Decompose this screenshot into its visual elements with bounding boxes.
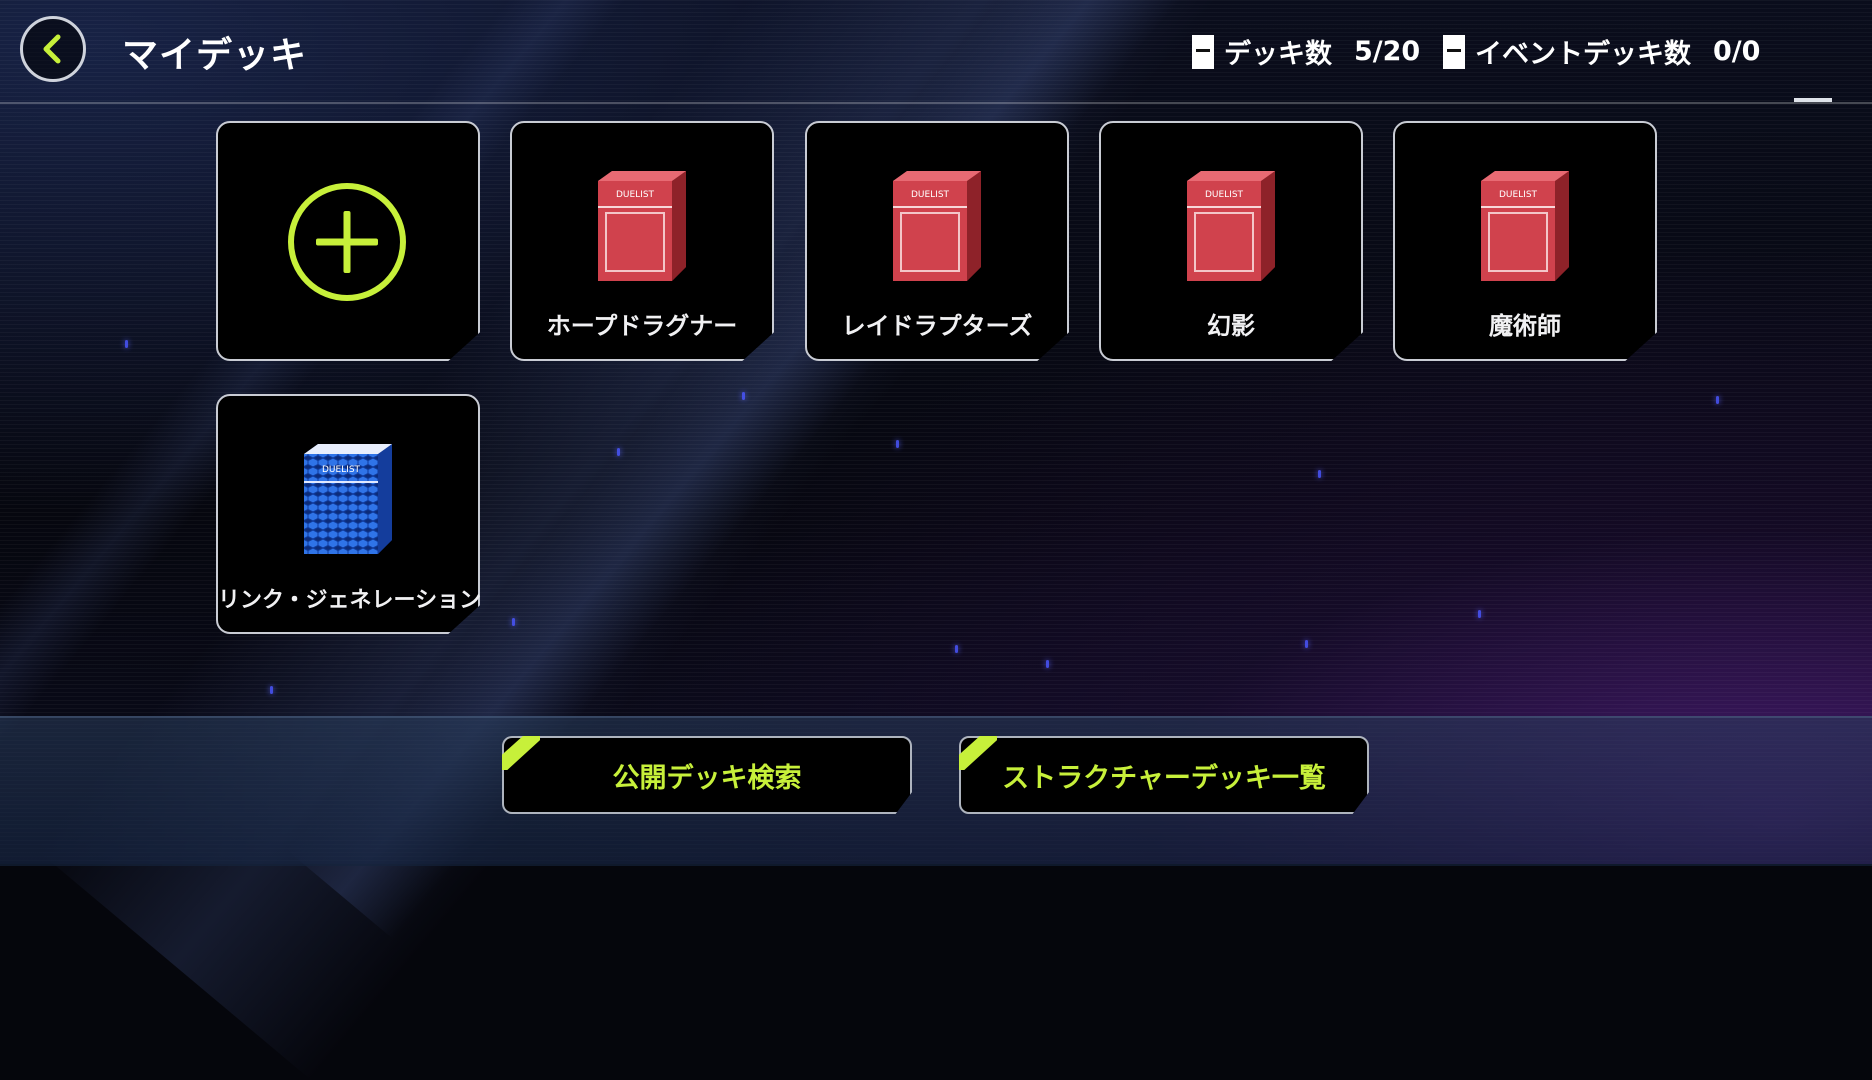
deck-name: 魔術師 xyxy=(1489,312,1561,340)
deck-count-icon xyxy=(1192,34,1214,69)
event-deck-count-icon xyxy=(1443,34,1465,69)
deck-name: リンク・ジェネレーション xyxy=(218,588,482,613)
back-button[interactable] xyxy=(20,16,86,82)
deck-tile[interactable]: DUELIST 魔術師 xyxy=(1393,121,1657,361)
structure-deck-list-label: ストラクチャーデッキ一覧 xyxy=(1002,762,1326,794)
particle xyxy=(270,686,273,694)
public-deck-search-button[interactable]: 公開デッキ検索 xyxy=(502,736,912,814)
button-accent xyxy=(959,736,997,770)
deck-tile[interactable]: DUELIST 幻影 xyxy=(1099,121,1363,361)
chevron-left-icon xyxy=(43,34,61,64)
particle xyxy=(1478,610,1481,618)
deck-name: ホープドラグナー xyxy=(546,312,738,340)
event-deck-count-label: イベントデッキ数 xyxy=(1475,39,1691,70)
public-deck-search-label: 公開デッキ検索 xyxy=(612,762,802,794)
new-deck-button[interactable] xyxy=(216,121,480,361)
header-bar: マイデッキ デッキ数 5/20 イベントデッキ数 0/0 xyxy=(0,0,1872,104)
deck-count-label: デッキ数 xyxy=(1224,39,1332,70)
event-deck-count-stat: イベントデッキ数 0/0 xyxy=(1443,32,1760,71)
event-deck-count-value: 0/0 xyxy=(1713,36,1761,67)
deck-count-value: 5/20 xyxy=(1354,36,1421,67)
particle xyxy=(617,448,620,456)
deck-count-stat: デッキ数 5/20 xyxy=(1192,32,1420,71)
particle xyxy=(1318,470,1321,478)
particle xyxy=(512,618,515,626)
deck-tile[interactable]: DUELIST ホープドラグナー xyxy=(510,121,774,361)
particle xyxy=(896,440,899,448)
deck-tile[interactable]: DUELIST レイドラプターズ xyxy=(805,121,1069,361)
particle xyxy=(742,392,745,400)
footer-bar xyxy=(0,716,1872,866)
button-accent xyxy=(502,736,540,770)
blue-deck-box-icon: DUELIST xyxy=(304,444,392,554)
red-deck-box-icon: DUELIST xyxy=(1187,171,1275,281)
svg-text:DUELIST: DUELIST xyxy=(616,190,655,200)
red-deck-box-icon: DUELIST xyxy=(893,171,981,281)
deck-name: レイドラプターズ xyxy=(841,312,1033,340)
plus-icon xyxy=(288,183,406,301)
particle xyxy=(955,645,958,653)
red-deck-box-icon: DUELIST xyxy=(598,171,686,281)
deck-tile[interactable]: DUELIST リンク・ジェネレーション xyxy=(216,394,480,634)
red-deck-box-icon: DUELIST xyxy=(1481,171,1569,281)
header-indicator xyxy=(1794,98,1832,102)
svg-text:DUELIST: DUELIST xyxy=(1499,190,1538,200)
svg-text:DUELIST: DUELIST xyxy=(911,190,950,200)
particle xyxy=(125,340,128,348)
page-title: マイデッキ xyxy=(122,35,308,76)
structure-deck-list-button[interactable]: ストラクチャーデッキ一覧 xyxy=(959,736,1369,814)
deck-name: 幻影 xyxy=(1207,312,1255,340)
particle xyxy=(1046,660,1049,668)
particle xyxy=(1716,396,1719,404)
svg-text:DUELIST: DUELIST xyxy=(1205,190,1244,200)
svg-text:DUELIST: DUELIST xyxy=(322,465,361,475)
particle xyxy=(1305,640,1308,648)
